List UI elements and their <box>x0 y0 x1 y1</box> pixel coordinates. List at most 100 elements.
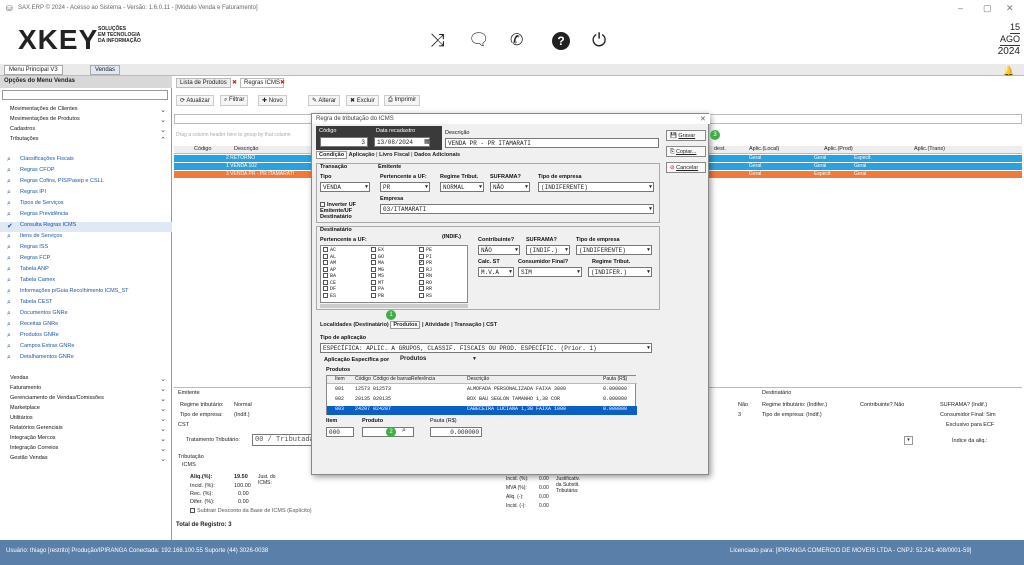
tab-cst[interactable]: CST <box>486 322 497 328</box>
sidebar-item-regras-previdencia[interactable]: ⌕ Regras Previdência <box>0 211 172 221</box>
search-icon[interactable]: ⌕ <box>402 427 406 435</box>
uf-checkbox-pb[interactable]: PB <box>371 293 384 300</box>
power-icon[interactable]: ⏻ <box>592 30 614 52</box>
col-descricao[interactable]: Descrição <box>234 146 258 152</box>
sidebar-item-itens-servicos[interactable]: ⌕ Itens de Serviços <box>0 233 172 243</box>
suframa2-select[interactable]: (INDIF.) ▼ <box>526 245 570 255</box>
sidebar-section-relatorios[interactable]: Relatórios Gerenciais ⌄ <box>0 425 172 434</box>
sidebar-section-utilitarios[interactable]: Utilitários ⌄ <box>0 415 172 424</box>
tab-livro-fiscal[interactable]: Livro Fiscal <box>379 152 410 158</box>
table-row[interactable]: 001 12573 012573 ALMOFADA PERSONALIZADA … <box>327 386 637 395</box>
sidebar-item-tabela-camex[interactable]: ⌕ Tabela Camex <box>0 277 172 287</box>
dropdown-arrow-icon[interactable]: ▾ <box>904 436 913 445</box>
tab-condicao[interactable]: Condição <box>316 151 348 159</box>
sidebar-section-gestao-vendas[interactable]: Gestão Vendas ⌄ <box>0 455 172 464</box>
col-aplic-prod[interactable]: Aplic.(Prod) <box>824 146 853 152</box>
uf-checkbox-rs[interactable]: RS <box>419 293 432 300</box>
gravar-button[interactable]: 💾 Gravar <box>666 130 706 141</box>
tipo-emp2-select[interactable]: (INDIFERENTE) ▼ <box>576 245 652 255</box>
sidebar-section-mercos[interactable]: Integração Mercos ⌄ <box>0 435 172 444</box>
tab-localidades[interactable]: Localidades (Destinatário) <box>320 322 389 328</box>
cons-final-select[interactable]: SIM ▼ <box>518 267 582 277</box>
sidebar-search-input[interactable] <box>2 90 168 100</box>
atualizar-button[interactable]: ⟳ Atualizar <box>176 95 214 106</box>
sidebar-item-regras-cofins[interactable]: ⌕ Regras Cofins, PIS/Pasep e CSLL <box>0 178 172 188</box>
whatsapp-icon[interactable]: ✆ <box>510 30 532 52</box>
table-row-selected[interactable]: 003 24207 024207 CABECEIRA LUCIANA 1,38 … <box>327 406 637 415</box>
close-icon[interactable]: ✖ <box>280 79 285 86</box>
sidebar-item-regras-fcp[interactable]: ⌕ Regras FCP <box>0 255 172 265</box>
regime2-select[interactable]: (INDIFER.) ▼ <box>588 267 652 277</box>
horizontal-scrollbar[interactable] <box>320 304 468 308</box>
col-aplic-trans[interactable]: Aplic.(Trans) <box>914 146 945 152</box>
col-codigo[interactable]: Código <box>194 146 211 152</box>
sidebar-item-regras-ipi[interactable]: ⌕ Regras IPI <box>0 189 172 199</box>
sidebar-item-receitas-gnre[interactable]: ⌕ Receitas GNRe <box>0 321 172 331</box>
tab-lista-produtos[interactable]: Lista de Produtos <box>176 78 231 88</box>
col-aplic-local[interactable]: Aplic.(Local) <box>749 146 779 152</box>
close-icon[interactable]: ✖ <box>232 79 237 86</box>
sidebar-section-comissoes[interactable]: Gerenciamento de Vendas/Comissões ⌄ <box>0 395 172 404</box>
subtrair-checkbox[interactable]: Subtrair Desconto da Base de ICMS (Explí… <box>190 508 312 514</box>
suframa-select[interactable]: NÃO ▼ <box>490 182 530 192</box>
tipo-empresa-select[interactable]: (INDIFERENTE) ▼ <box>538 182 654 192</box>
tab-transacao[interactable]: Transação <box>454 322 481 328</box>
sidebar-item-regras-cfop[interactable]: ⌕ Regras CFOP <box>0 167 172 177</box>
sidebar-section-clientes[interactable]: Movimentações de Clientes ⌄ <box>0 106 172 115</box>
alterar-button[interactable]: ✎ Alterar <box>308 95 341 106</box>
imprimir-button[interactable]: ⎙ Imprimir <box>384 95 421 106</box>
tipo-aplic-select[interactable]: ESPECÍFICA: APLIC. A GRUPOS, CLASSIF. FI… <box>320 343 652 353</box>
sidebar-item-guia-icms-st[interactable]: ⌕ Informações p/Guia Recolhimento ICMS_ST <box>0 288 172 298</box>
sidebar-item-documentos-gnre[interactable]: ⌕ Documentos GNRe <box>0 310 172 320</box>
sidebar-item-tabela-anp[interactable]: ⌕ Tabela ANP <box>0 266 172 276</box>
help-icon[interactable]: ? <box>552 32 570 50</box>
col-dest[interactable]: dest. <box>714 146 726 152</box>
data-field[interactable]: 13/08/2024 <box>374 137 430 147</box>
regime-select[interactable]: NORMAL ▼ <box>440 182 484 192</box>
tab-atividade[interactable]: Atividade <box>425 322 450 328</box>
pert-uf-select[interactable]: PR ▼ <box>380 182 430 192</box>
sidebar-item-detalhamentos-gnre[interactable]: ⌕ Detalhamentos GNRe <box>0 354 172 364</box>
empresa-select[interactable]: 03/ITAMARATI ▼ <box>380 204 654 214</box>
sidebar-section-tributacoes[interactable]: Tributações ⌃ <box>0 136 172 145</box>
contrib-select[interactable]: NÃO ▼ <box>478 245 520 255</box>
sidebar-item-tipos-servicos[interactable]: ⌕ Tipos de Serviços <box>0 200 172 210</box>
inverter-uf-checkbox[interactable]: Inverter UF Emitente/UF Destinatário <box>320 202 376 220</box>
sidebar-section-vendas[interactable]: Vendas ⌄ <box>0 375 172 384</box>
chat-icon[interactable]: 🗨 <box>468 30 490 52</box>
item-field[interactable]: 000 <box>326 427 354 437</box>
table-row[interactable]: 002 20135 020135 BOX BAU SEGLON TAMANHO … <box>327 396 637 405</box>
tab-produtos[interactable]: Produtos <box>390 321 421 329</box>
copiar-button[interactable]: ⎘ Copiar... <box>666 146 706 157</box>
calendar-icon[interactable]: ▦ <box>424 138 430 145</box>
minimize-button[interactable]: – <box>958 3 963 13</box>
maximize-button[interactable]: ▢ <box>983 3 992 14</box>
sidebar-item-produtos-gnre[interactable]: ⌕ Produtos GNRe <box>0 332 172 342</box>
tab-vendas[interactable]: Vendas <box>90 65 121 75</box>
tab-aplicacao[interactable]: Aplicação <box>349 152 375 158</box>
novo-button[interactable]: ✚ Novo <box>258 95 287 106</box>
sidebar-section-cadastros[interactable]: Cadastros ⌄ <box>0 126 172 135</box>
cancelar-button[interactable]: ⊘ Cancelar <box>666 162 706 173</box>
close-button[interactable]: ✕ <box>1006 3 1014 14</box>
tipo-select[interactable]: VENDA ▼ <box>320 182 370 192</box>
sidebar-section-produtos[interactable]: Movimentações de Produtos ⌄ <box>0 116 172 125</box>
close-icon[interactable]: ✕ <box>700 115 706 123</box>
aplic-esp-select[interactable]: Produtos ▼ <box>398 355 478 365</box>
sidebar-item-tabela-cest[interactable]: ⌕ Tabela CEST <box>0 299 172 309</box>
calc-st-select[interactable]: M.V.A ▼ <box>478 267 514 277</box>
codigo-field[interactable]: 3 <box>320 137 368 147</box>
sidebar-item-consulta-icms[interactable]: ✔ Consulta Regras ICMS <box>0 222 172 232</box>
tab-menu-principal[interactable]: Menu Principal V3 <box>4 65 63 75</box>
descricao-field[interactable]: VENDA PR - PR ITAMARATI <box>445 138 659 148</box>
sidebar-item-regras-iss[interactable]: ⌕ Regras ISS <box>0 244 172 254</box>
tab-dados-adicionais[interactable]: Dados Adicionais <box>414 152 460 158</box>
filtrar-button[interactable]: ⌕ Filtrar <box>220 95 249 106</box>
sidebar-section-faturamento[interactable]: Faturamento ⌄ <box>0 385 172 394</box>
sidebar-item-campos-extras-gnre[interactable]: ⌕ Campos Extras GNRe <box>0 343 172 353</box>
uf-checkbox-es[interactable]: ES <box>323 293 336 300</box>
tab-regras-icms[interactable]: Regras ICMS <box>240 78 285 88</box>
sidebar-item-classificacoes[interactable]: ⌕ Classificações Fiscais <box>0 156 172 166</box>
pauta-field[interactable]: 0.000000 <box>430 427 482 437</box>
excluir-button[interactable]: ✖ Excluir <box>346 95 379 106</box>
